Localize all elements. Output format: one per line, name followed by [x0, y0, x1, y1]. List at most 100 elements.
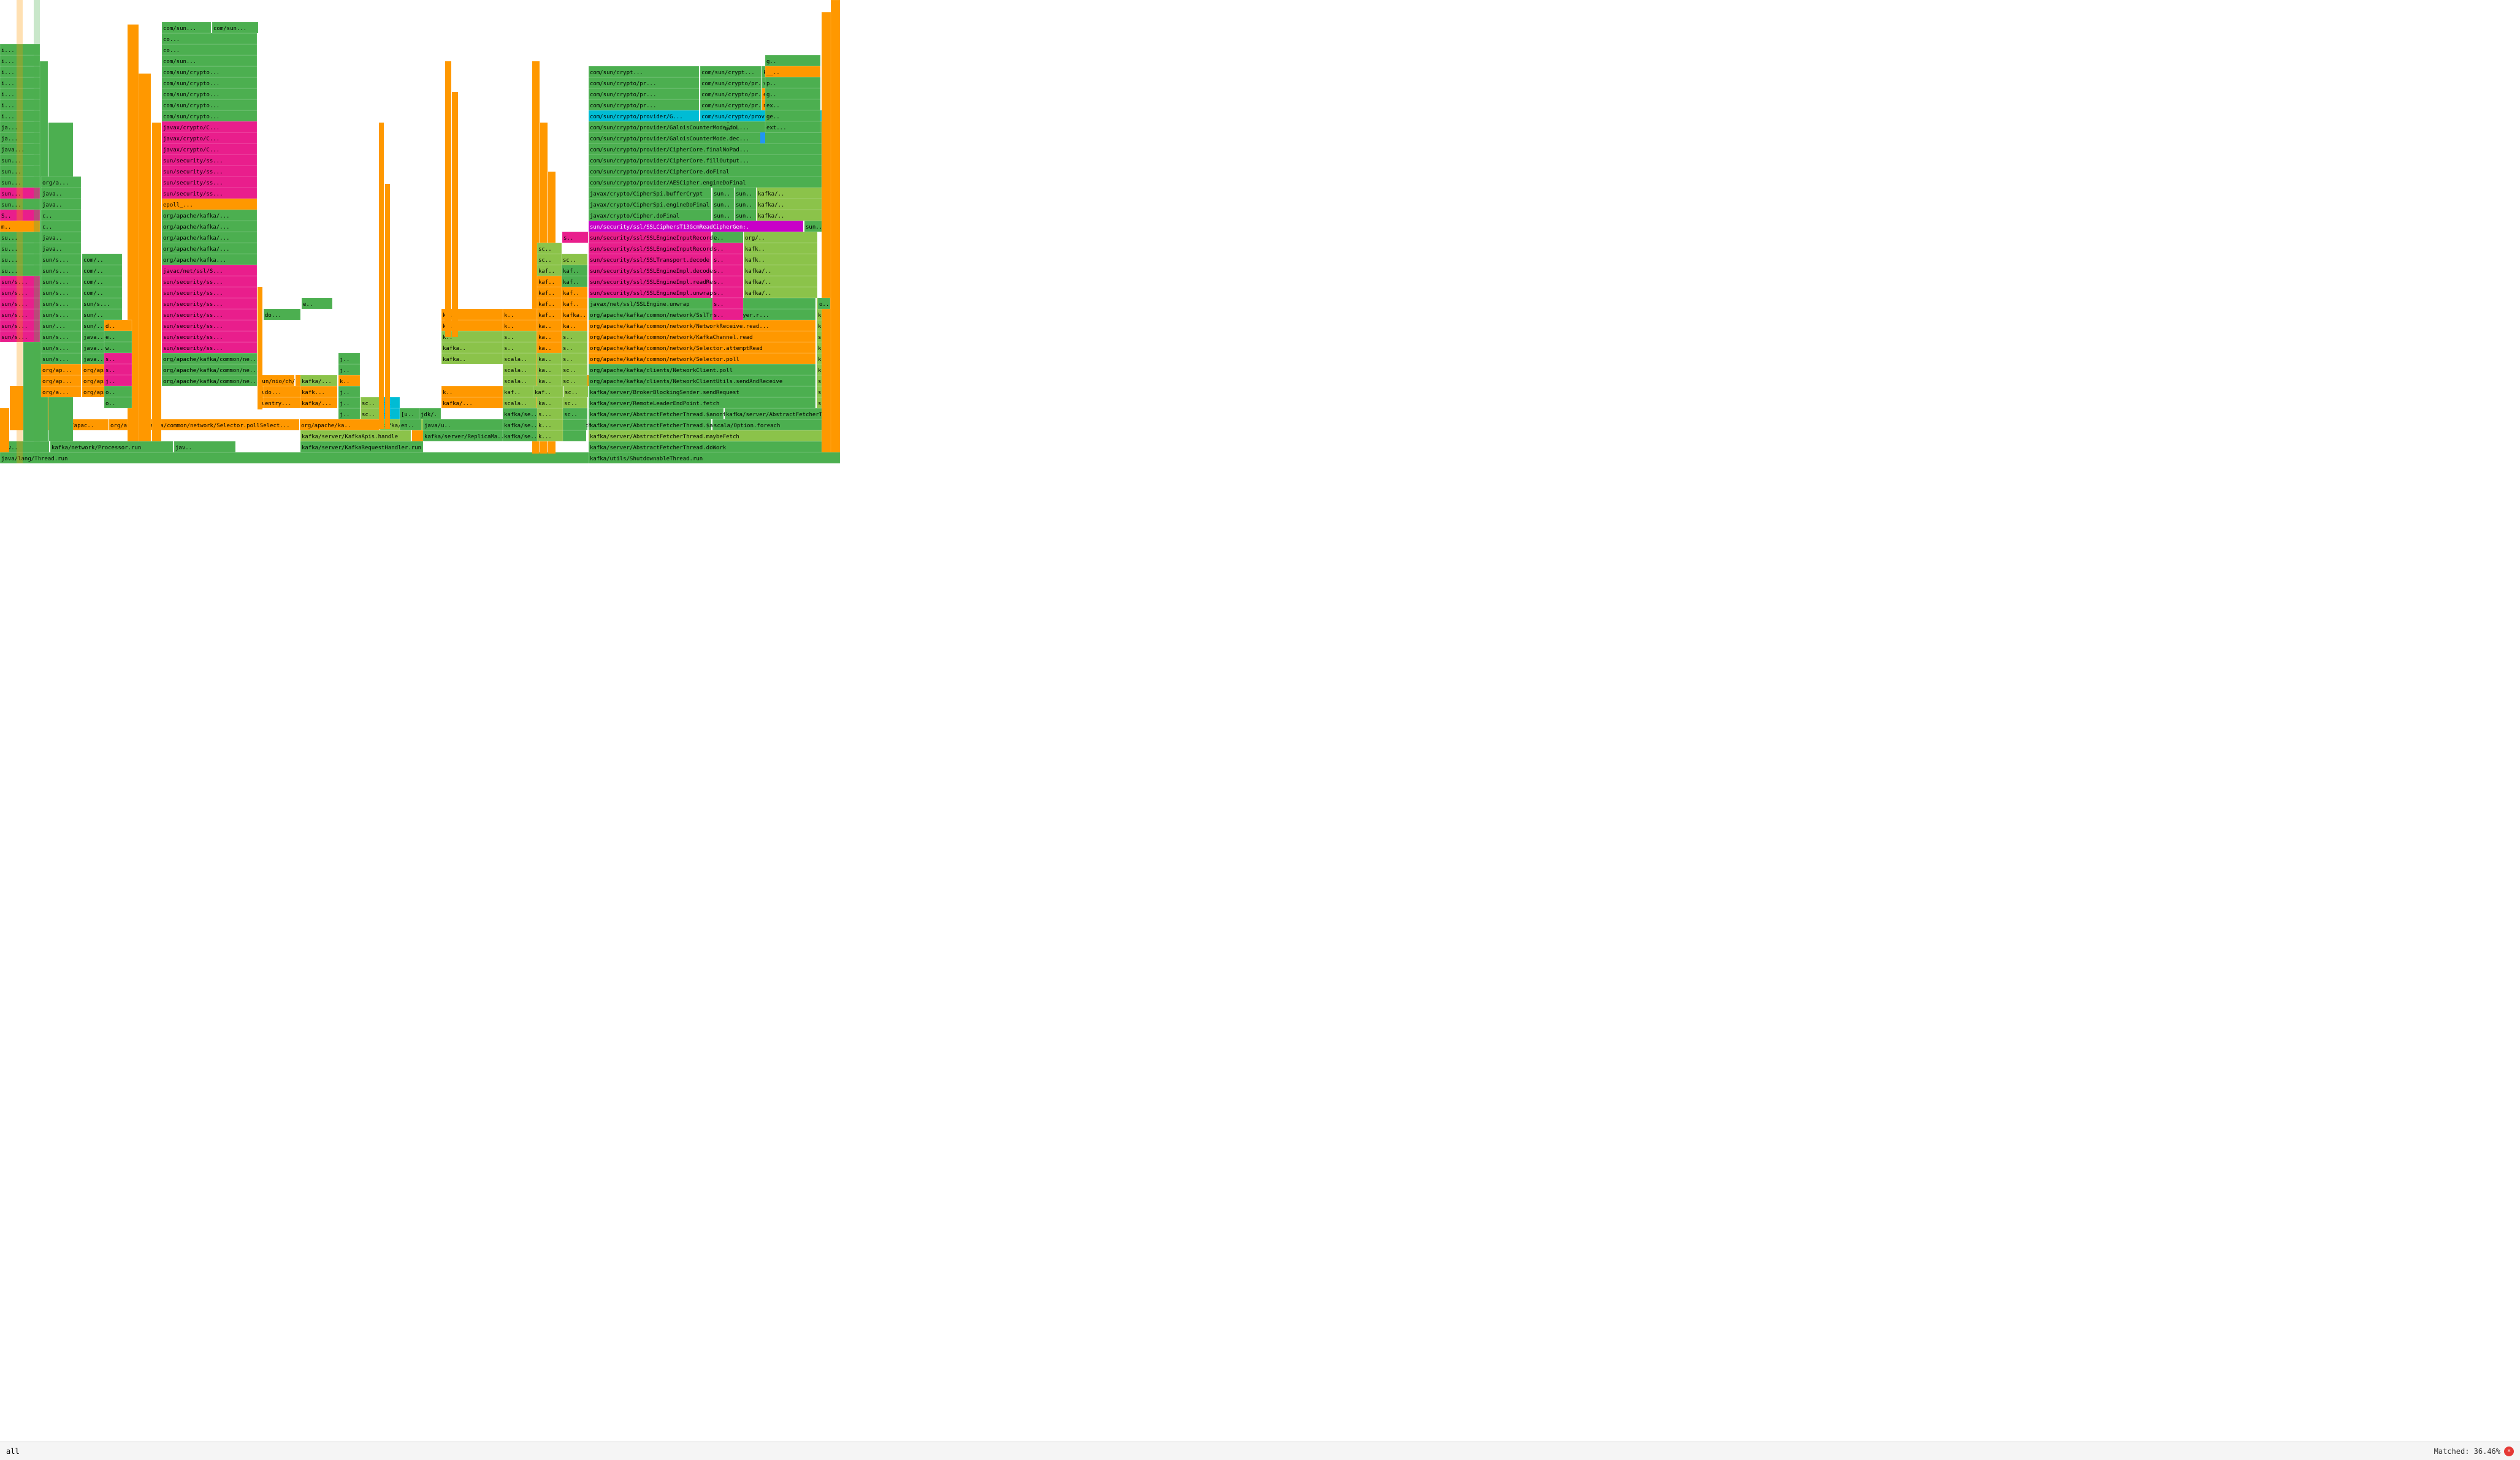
svg-text:su...: su... [1, 246, 18, 253]
svg-text:s..: s.. [714, 257, 724, 264]
svg-text:kafka/se...: kafka/se... [504, 434, 541, 440]
svg-text:s..: s.. [714, 246, 724, 253]
svg-text:j..: j.. [340, 357, 349, 363]
svg-text:kaf..: kaf.. [563, 279, 579, 286]
svg-text:ka..: ka.. [538, 346, 552, 352]
svg-text:com/sun/crypto/provider/AESCip: com/sun/crypto/provider/AESCipher.engine… [590, 180, 746, 186]
svg-text:kaf..: kaf.. [538, 313, 555, 319]
svg-text:sun/security/ss...: sun/security/ss... [163, 335, 223, 341]
svg-text:com/sun/crypto/pr...: com/sun/crypto/pr... [701, 81, 768, 87]
svg-text:javax/net/ssl/SSLEngine.unwrap: javax/net/ssl/SSLEngine.unwrap [590, 302, 690, 308]
svg-text:com/sun...: com/sun... [163, 59, 196, 65]
svg-text:sun/security/ss...: sun/security/ss... [163, 191, 223, 197]
svg-text:i...: i... [1, 92, 15, 98]
svg-text:en..: en.. [401, 423, 414, 429]
svg-text:sun/...: sun/... [83, 324, 107, 330]
svg-text:sun/s...: sun/s... [42, 257, 69, 264]
svg-text:org/a...: org/a... [42, 180, 69, 186]
svg-text:entry...: entry... [265, 401, 291, 407]
svg-text:kaf..: kaf.. [563, 268, 579, 275]
svg-text:kaf..: kaf.. [563, 291, 579, 297]
svg-text:com/sun/crypt...: com/sun/crypt... [701, 70, 755, 76]
svg-text:__..: __.. [766, 70, 780, 76]
svg-text:sun/s...: sun/s... [42, 302, 69, 308]
svg-text:ka..: ka.. [563, 324, 576, 330]
svg-text:javax/crypto/CipherSpi.bufferC: javax/crypto/CipherSpi.bufferCrypt [590, 191, 703, 197]
svg-text:org/apache/kafka/common/networ: org/apache/kafka/common/network/NetworkR… [590, 324, 769, 330]
svg-text:kaf..: kaf.. [504, 390, 521, 396]
svg-text:i...: i... [1, 81, 15, 87]
svg-text:m..: m.. [1, 224, 11, 230]
svg-text:sun/security/ss...: sun/security/ss... [163, 346, 223, 352]
svg-text:kafka/server/RemoteLeaderEndPo: kafka/server/RemoteLeaderEndPoint.fetch [590, 401, 719, 407]
svg-text:su...: su... [1, 268, 18, 275]
svg-text:d..: d.. [105, 324, 115, 330]
svg-text:sun/s...: sun/s... [42, 346, 69, 352]
svg-text:java..: java.. [83, 357, 104, 363]
svg-text:ka..: ka.. [538, 357, 552, 363]
svg-text:sun/s...: sun/s... [1, 335, 28, 341]
svg-text:com/sun/crypto/provider/Cipher: com/sun/crypto/provider/CipherCore.doFin… [590, 169, 730, 175]
svg-text:s..: s.. [504, 346, 514, 352]
svg-text:java..: java.. [83, 346, 104, 352]
svg-text:com/sun/crypt...: com/sun/crypt... [590, 70, 643, 76]
svg-text:sun/security/ss...: sun/security/ss... [163, 313, 223, 319]
svg-text:kafk...: kafk... [302, 390, 325, 396]
svg-text:sun..: sun.. [736, 202, 752, 208]
status-bar: all Matched: 36.46% × [0, 1442, 2520, 1460]
svg-text:s..: s.. [563, 335, 573, 341]
svg-text:i...: i... [1, 114, 15, 120]
svg-text:javax/crypto/C...: javax/crypto/C... [163, 147, 220, 153]
svg-text:sun/security/ss...: sun/security/ss... [163, 169, 223, 175]
svg-text:sun/s...: sun/s... [1, 291, 28, 297]
svg-text:org/apache/kafka/common/networ: org/apache/kafka/common/network/Selector… [590, 357, 739, 363]
svg-text:com/sun/crypto...: com/sun/crypto... [163, 114, 220, 120]
svg-text:s..: s.. [714, 291, 724, 297]
svg-text:sun/security/ssl/SSLEngineImpl: sun/security/ssl/SSLEngineImpl.decode [590, 268, 712, 275]
svg-text:ex..: ex.. [766, 103, 780, 109]
svg-text:com/sun...: com/sun... [213, 26, 246, 32]
svg-text:sun..: sun.. [714, 191, 730, 197]
svg-text:kafka/server/KafkaRequestHandl: kafka/server/KafkaRequestHandler.run [302, 445, 421, 451]
svg-text:sun/...: sun/... [42, 324, 66, 330]
svg-text:sun/s...: sun/s... [42, 335, 69, 341]
svg-text:sc..: sc.. [538, 246, 552, 253]
svg-text:com/sun...: com/sun... [163, 26, 196, 32]
svg-text:kafka/..: kafka/.. [745, 279, 771, 286]
svg-text:kafka..: kafka.. [563, 313, 586, 319]
svg-text:s..: s.. [105, 357, 115, 363]
svg-text:kaf..: kaf.. [563, 302, 579, 308]
svg-text:com/sun/crypto...: com/sun/crypto... [163, 103, 220, 109]
svg-text:e..: e.. [303, 302, 313, 308]
svg-text:org/apache/kafka/...: org/apache/kafka/... [163, 246, 229, 253]
svg-text:kafka/server/AbstractFetcherTh: kafka/server/AbstractFetcherThread.maybe… [590, 434, 739, 440]
svg-text:com/sun/crypto/provider/Galois: com/sun/crypto/provider/GaloisCounterMod… [590, 136, 749, 142]
svg-text:g..: g.. [724, 121, 730, 131]
svg-text:kafka/server/BrokerBlockingSen: kafka/server/BrokerBlockingSender.sendRe… [590, 390, 739, 396]
svg-text:scala..: scala.. [504, 357, 527, 363]
svg-text:javac/net/ssl/S...: javac/net/ssl/S... [163, 268, 223, 275]
svg-text:org/ap...: org/ap... [42, 368, 72, 374]
svg-text:o..: o.. [819, 302, 829, 308]
svg-text:i...: i... [1, 70, 15, 76]
svg-text:g..: g.. [766, 59, 776, 65]
svg-text:java..: java.. [83, 335, 104, 341]
svg-text:k..: k.. [504, 313, 514, 319]
svg-text:w..: w.. [105, 346, 115, 352]
svg-text:k..: k.. [443, 390, 452, 396]
svg-text:s...: s... [538, 412, 552, 418]
svg-text:j..: j.. [105, 379, 115, 385]
svg-text:sc..: sc.. [538, 257, 552, 264]
svg-text:kafk..: kafk.. [745, 246, 765, 253]
svg-text:kafka/..: kafka/.. [745, 291, 771, 297]
svg-text:co...: co... [163, 48, 180, 54]
svg-text:sun/s...: sun/s... [83, 302, 110, 308]
close-button[interactable]: × [2504, 1447, 2514, 1456]
all-label: all [6, 1447, 20, 1456]
svg-text:j..: j.. [340, 390, 349, 396]
svg-text:co...: co... [163, 37, 180, 43]
svg-text:scala..: scala.. [504, 379, 527, 385]
svg-text:sun/security/ss...: sun/security/ss... [163, 279, 223, 286]
svg-text:scala/Option.foreach: scala/Option.foreach [714, 423, 780, 429]
svg-text:sun/..: sun/.. [83, 313, 104, 319]
